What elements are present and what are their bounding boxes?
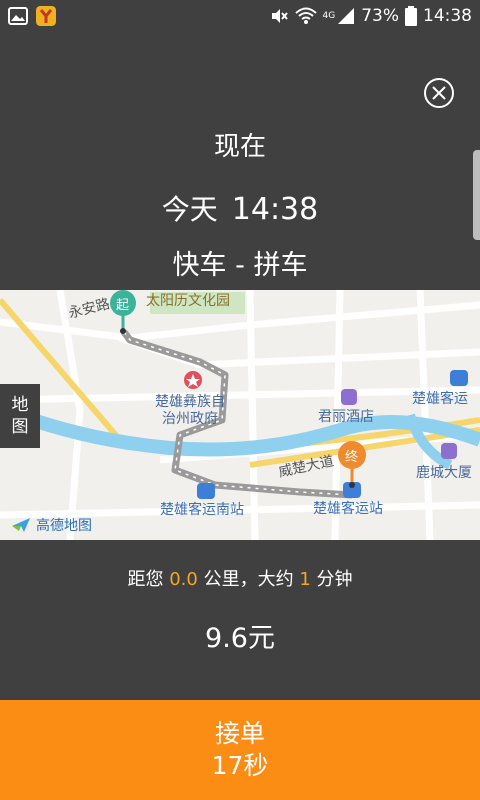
distance-info: 距您 0.0 公里，大约 1 分钟	[0, 565, 480, 591]
route-map[interactable]: 起 终 永安路 太阳历文化园 楚雄彝族自 治州政府 君丽酒店 楚雄客运 威楚大道…	[0, 290, 480, 540]
map-toggle-label-1: 地	[11, 395, 29, 415]
distance-prefix: 距您	[127, 569, 164, 590]
time-value: 14:38	[231, 192, 319, 227]
map-label-south-station: 楚雄客运南站	[160, 502, 244, 518]
close-button[interactable]	[424, 78, 454, 108]
distance-value: 0.0	[169, 569, 198, 590]
app-notification-icon	[36, 6, 56, 26]
accept-countdown: 17秒	[211, 751, 269, 780]
map-brand-logo: 高德地图	[10, 515, 92, 535]
gallery-icon	[8, 7, 28, 25]
accept-order-button[interactable]: 接单 17秒	[0, 700, 480, 800]
fare-price: 9.6元	[205, 623, 275, 654]
map-label-bus-station-ne: 楚雄客运	[412, 391, 468, 407]
battery-percent: 73%	[361, 6, 399, 26]
map-label-park: 太阳历文化园	[146, 293, 230, 309]
map-label-hotel: 君丽酒店	[318, 409, 374, 425]
map-label-mall: 鹿城大厦	[416, 465, 472, 481]
clock: 14:38	[423, 6, 472, 26]
map-toggle-label-2: 图	[11, 417, 29, 437]
distance-unit-text: 公里，大约	[203, 569, 294, 590]
eta-suffix: 分钟	[316, 569, 353, 590]
map-label-bus-station: 楚雄客运站	[313, 501, 383, 517]
order-time: 今天 14:38	[0, 188, 480, 228]
wifi-icon	[294, 7, 317, 24]
signal-icon	[338, 8, 355, 24]
start-marker[interactable]: 起	[116, 294, 129, 313]
map-toggle-button[interactable]: 地 图	[0, 384, 40, 448]
ride-type-label: 快车 - 拼车	[172, 250, 308, 281]
order-timing-label: 现在	[213, 132, 266, 162]
map-brand-label: 高德地图	[36, 518, 92, 534]
map-label-government-2: 治州政府	[162, 411, 218, 427]
eta-minutes: 1	[299, 569, 311, 590]
amap-logo-icon	[12, 518, 30, 532]
mute-icon	[271, 9, 288, 23]
close-icon	[432, 86, 446, 100]
status-bar: 4G 73% 14:38	[0, 0, 480, 32]
network-type-label: 4G	[322, 11, 336, 21]
end-marker[interactable]: 终	[345, 446, 358, 465]
day-label: 今天	[161, 193, 218, 226]
accept-label: 接单	[214, 719, 265, 748]
battery-icon	[405, 6, 417, 26]
